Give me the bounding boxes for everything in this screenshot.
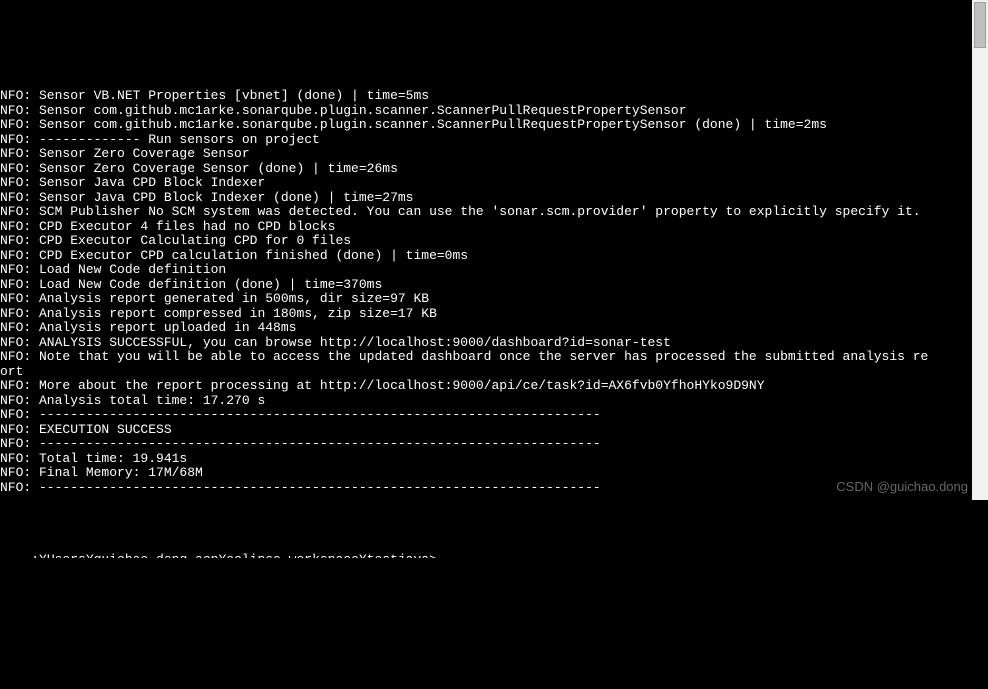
log-line: NFO: Sensor Zero Coverage Sensor [0,147,970,162]
log-line: NFO: CPD Executor 4 files had no CPD blo… [0,220,970,235]
log-line: NFO: -----------------------------------… [0,481,970,496]
scrollbar-thumb[interactable] [974,2,986,48]
log-line: NFO: Analysis report compressed in 180ms… [0,307,970,322]
log-line: NFO: ANALYSIS SUCCESSFUL, you can browse… [0,336,970,351]
log-line: NFO: Sensor VB.NET Properties [vbnet] (d… [0,89,970,104]
log-line: NFO: Final Memory: 17M/68M [0,466,970,481]
log-line: NFO: Total time: 19.941s [0,452,970,467]
log-line: NFO: Sensor Java CPD Block Indexer [0,176,970,191]
log-line: NFO: CPD Executor Calculating CPD for 0 … [0,234,970,249]
log-line: ort [0,365,970,380]
log-line: NFO: More about the report processing at… [0,379,970,394]
log-line: NFO: Sensor com.github.mc1arke.sonarqube… [0,118,970,133]
log-line: NFO: Sensor Java CPD Block Indexer (done… [0,191,970,206]
command-prompt: :¥Users¥guichao.dong.acn¥eclipse-workspa… [31,552,437,559]
log-line: NFO: EXECUTION SUCCESS [0,423,970,438]
log-line: NFO: CPD Executor CPD calculation finish… [0,249,970,264]
log-line: NFO: Note that you will be able to acces… [0,350,970,365]
log-line: NFO: Sensor Zero Coverage Sensor (done) … [0,162,970,177]
watermark: CSDN @guichao.dong [836,480,968,495]
terminal-output[interactable]: NFO: Sensor VB.NET Properties [vbnet] (d… [0,58,970,558]
log-line: NFO: Analysis total time: 17.270 s [0,394,970,409]
log-line: NFO: Analysis report uploaded in 448ms [0,321,970,336]
vertical-scrollbar[interactable] [972,0,988,500]
log-line: NFO: Sensor com.github.mc1arke.sonarqube… [0,104,970,119]
log-line: NFO: Analysis report generated in 500ms,… [0,292,970,307]
log-line: NFO: -----------------------------------… [0,408,970,423]
log-line: NFO: ------------- Run sensors on projec… [0,133,970,148]
log-line: NFO: Load New Code definition (done) | t… [0,278,970,293]
log-line: NFO: -----------------------------------… [0,437,970,452]
log-line: NFO: Load New Code definition [0,263,970,278]
log-line: NFO: SCM Publisher No SCM system was det… [0,205,970,220]
